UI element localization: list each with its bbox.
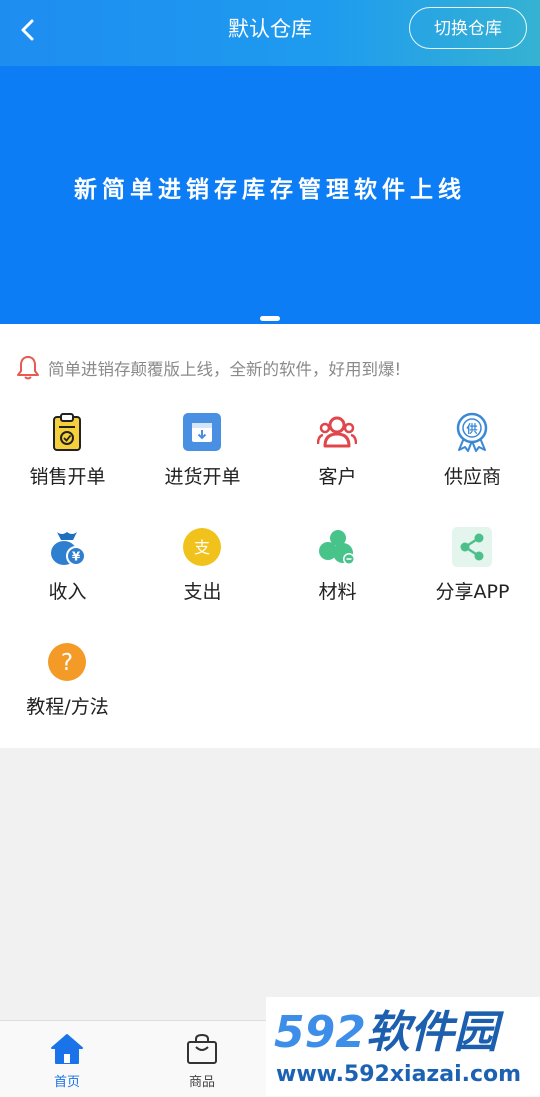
menu-item-label: 分享APP: [435, 581, 510, 603]
menu-item-label: 供应商: [443, 466, 501, 488]
menu-item-materials[interactable]: 材料: [270, 527, 405, 623]
tab-home-label: 首页: [53, 1075, 80, 1090]
menu-item-label: 收入: [48, 581, 87, 603]
watermark-url: www.592xiazai.com: [276, 1062, 522, 1087]
menu-item-tutorial[interactable]: ? 教程/方法: [0, 642, 135, 738]
menu-item-label: 客户: [318, 466, 357, 488]
watermark-digits: 592: [274, 1007, 366, 1058]
notice-text: 简单进销存颠覆版上线，全新的软件，好用到爆!: [48, 360, 402, 379]
help-question-icon: ?: [48, 643, 86, 681]
shopping-bag-icon: [187, 1033, 217, 1064]
menu-item-suppliers[interactable]: 供 供应商: [405, 412, 540, 508]
menu-item-expense[interactable]: 支 支出: [135, 527, 270, 623]
menu-item-share-app[interactable]: 分享APP: [405, 527, 540, 623]
promo-banner[interactable]: 新简单进销存库存管理软件上线: [0, 66, 540, 324]
tab-home[interactable]: 首页: [27, 1033, 107, 1093]
site-watermark: 592软件园 www.592xiazai.com: [266, 997, 540, 1096]
watermark-logo: 592软件园: [274, 1007, 498, 1059]
menu-item-label: 进货开单: [164, 466, 241, 488]
switch-warehouse-button[interactable]: 切换仓库: [409, 7, 527, 49]
notice-bar[interactable]: 简单进销存颠覆版上线，全新的软件，好用到爆!: [16, 354, 401, 382]
menu-item-sales-order[interactable]: 销售开单: [0, 412, 135, 508]
menu-item-income[interactable]: ¥ 收入: [0, 527, 135, 623]
yen-symbol: ¥: [72, 550, 81, 564]
menu-item-label: 销售开单: [29, 466, 106, 488]
share-icon: [452, 527, 492, 567]
menu-item-label: 教程/方法: [26, 696, 109, 718]
menu-item-purchase-order[interactable]: 进货开单: [135, 412, 270, 508]
banner-text: 新简单进销存库存管理软件上线: [74, 177, 466, 203]
purchase-box-icon: [183, 413, 221, 451]
tab-goods-label: 商品: [188, 1075, 215, 1090]
banner-page-indicator: [260, 316, 280, 321]
supplier-badge-icon: 供: [456, 412, 488, 452]
home-icon: [51, 1034, 83, 1064]
sales-clipboard-icon: [53, 413, 81, 451]
expense-coin-text: 支: [194, 538, 210, 557]
materials-icon: [319, 530, 355, 565]
menu-item-customers[interactable]: 客户: [270, 412, 405, 508]
customers-icon: [317, 416, 357, 448]
help-question-mark: ?: [61, 650, 73, 676]
tab-goods[interactable]: 商品: [162, 1033, 242, 1093]
bell-icon: [17, 356, 39, 380]
money-bag-icon: ¥: [51, 532, 86, 566]
menu-item-label: 支出: [183, 581, 222, 603]
menu-item-label: 材料: [318, 581, 357, 603]
expense-coin-icon: 支: [183, 528, 221, 566]
top-bar: 默认仓库 切换仓库: [0, 0, 540, 66]
feature-panel: 简单进销存颠覆版上线，全新的软件，好用到爆! 销售开单 进货开单 客户 供 供应…: [0, 324, 540, 748]
watermark-brand: 软件园: [365, 1007, 498, 1058]
supplier-badge-text: 供: [466, 422, 478, 436]
